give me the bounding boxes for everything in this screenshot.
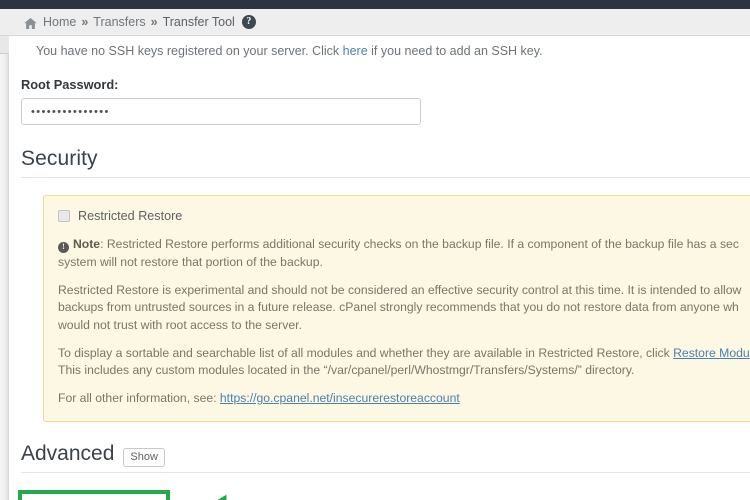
main-content: You have no SSH keys registered on your … [10,36,750,500]
modules-line-2: This includes any custom modules located… [58,363,635,378]
modules-paragraph: To display a sortable and searchable lis… [58,345,750,380]
page-body: You have no SSH keys registered on your … [0,36,750,500]
ssh-notice-text-before: You have no SSH keys registered on your … [36,44,343,58]
note-text-line2: system will not restore that portion of … [58,254,323,269]
ssh-keys-notice: You have no SSH keys registered on your … [36,44,750,58]
breadcrumb-item-transfers[interactable]: Transfers [93,15,145,29]
experimental-paragraph: Restricted Restore is experimental and s… [58,282,750,335]
breadcrumb-item-home[interactable]: Home [43,15,76,29]
advanced-heading-rule [21,472,750,474]
restricted-restore-note: ! Note: Restricted Restore performs addit… [58,236,750,271]
experimental-line-2: backups from untrusted sources in a futu… [58,300,739,315]
home-icon [24,17,37,29]
modules-line-1-text: To display a sortable and searchable lis… [58,345,674,360]
transfer-tool-page: Home » Transfers » Transfer Tool ? You h… [0,0,750,500]
restricted-restore-panel: Restricted Restore ! Note: Restricted Res… [43,195,750,422]
breadcrumb: Home » Transfers » Transfer Tool ? [0,9,750,36]
advanced-heading-row: Advanced Show [21,441,750,468]
root-password-label: Root Password: [21,77,119,92]
restricted-restore-label[interactable]: Restricted Restore [78,207,182,225]
note-label: Note [73,237,101,252]
root-password-input[interactable]: ••••••••••••••• [21,98,421,125]
insecure-restore-account-link[interactable]: https://go.cpanel.net/insecurerestoreacc… [220,391,460,405]
experimental-line-1: Restricted Restore is experimental and s… [58,282,742,297]
ssh-add-key-link[interactable]: here [343,44,368,58]
help-icon[interactable]: ? [241,15,256,29]
breadcrumb-separator: » [150,15,158,29]
sidebar-edge-cap [0,36,9,54]
arrow-annotation-icon [200,493,262,500]
more-information-paragraph: For all other information, see: https://… [58,390,750,408]
advanced-show-button[interactable]: Show [123,447,165,468]
restricted-restore-checkbox[interactable] [58,210,70,223]
more-info-text: For all other information, see: [58,391,220,406]
action-area: Fetch Account List [14,490,750,500]
breadcrumb-separator: » [81,15,89,29]
highlight-annotation-box [18,490,170,500]
note-icon: ! [58,241,69,253]
top-chrome-bar [0,0,750,9]
breadcrumb-item-transfer-tool[interactable]: Transfer Tool [163,15,235,29]
note-text: : Restricted Restore performs additional… [100,237,739,252]
ssh-notice-text-after: if you need to add an SSH key. [367,44,543,58]
advanced-heading: Advanced [21,441,115,465]
experimental-line-3: would not trust with root access to the … [58,318,302,332]
security-heading-rule [21,177,750,178]
restricted-restore-row[interactable]: Restricted Restore [58,207,750,225]
security-heading: Security [21,147,98,170]
restore-modules-link[interactable]: Restore Modu [673,346,750,360]
sidebar-collapsed-edge[interactable] [0,36,9,500]
